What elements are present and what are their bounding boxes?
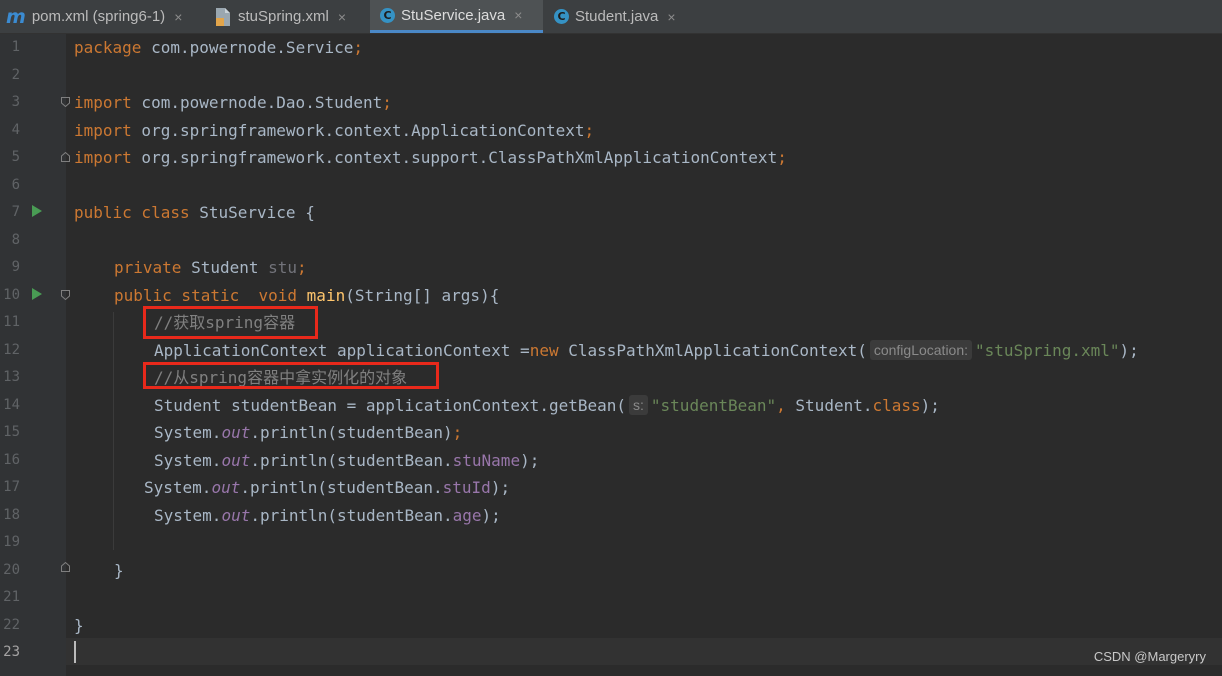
- run-class-icon[interactable]: [32, 205, 42, 217]
- code-line-5: import org.springframework.context.suppo…: [74, 148, 787, 167]
- code-line-15: System.out.println(studentBean);: [154, 423, 463, 442]
- line-number: 7: [11, 204, 20, 220]
- line-number: 23: [3, 644, 20, 660]
- line-number: 21: [3, 589, 20, 605]
- run-main-icon[interactable]: [32, 288, 42, 300]
- line-number: 17: [3, 479, 20, 495]
- parameter-hint: configLocation:: [869, 339, 973, 360]
- line-number-gutter: 1 2 3 4 5 6 7 8 9 10 11 12 13 14 15 16 1…: [0, 34, 70, 676]
- close-icon[interactable]: ×: [174, 9, 182, 25]
- code-line-12: ApplicationContext applicationContext =n…: [154, 339, 1139, 360]
- close-icon[interactable]: ×: [514, 7, 522, 23]
- tab-label: pom.xml (spring6-1): [31, 8, 166, 25]
- line-number: 3: [11, 94, 20, 110]
- tab-stuservice-java[interactable]: C StuService.java ×: [370, 0, 543, 33]
- tab-label: stuSpring.xml: [238, 8, 329, 25]
- tab-student-java[interactable]: C Student.java ×: [544, 0, 696, 33]
- fold-icon[interactable]: [61, 152, 70, 162]
- line-number: 14: [3, 396, 20, 413]
- java-class-icon: C: [554, 9, 569, 24]
- tab-label: StuService.java: [401, 6, 506, 24]
- line-number: 13: [3, 369, 20, 385]
- line-number: 11: [3, 314, 20, 330]
- line-number: 20: [3, 561, 20, 578]
- line-number: 16: [3, 451, 20, 468]
- line-number: 15: [3, 424, 20, 440]
- comment-highlight-box: [143, 306, 318, 339]
- tab-pom-xml[interactable]: m pom.xml (spring6-1) ×: [0, 0, 202, 33]
- tab-stuspring-xml[interactable]: stuSpring.xml ×: [208, 0, 368, 33]
- close-icon[interactable]: ×: [338, 9, 346, 25]
- code-line-18: System.out.println(studentBean.age);: [154, 505, 501, 525]
- fold-icon[interactable]: [61, 290, 70, 300]
- line-number: 10: [3, 286, 20, 303]
- line-number: 1: [11, 39, 20, 55]
- xml-file-icon: [214, 7, 232, 27]
- watermark: CSDN @Margeryry: [1093, 649, 1206, 664]
- code-line-7: public class StuService {: [74, 203, 315, 222]
- code-line-3: import com.powernode.Dao.Student;: [74, 93, 392, 112]
- line-number: 2: [11, 66, 20, 83]
- line-number: 19: [3, 534, 20, 550]
- current-line-highlight: [66, 638, 1222, 665]
- maven-m-icon: m: [6, 5, 26, 28]
- line-number: 18: [3, 506, 20, 523]
- line-number: 4: [11, 121, 20, 138]
- comment-highlight-box: [143, 362, 439, 389]
- editor-tab-bar: m pom.xml (spring6-1) × stuSpring.xml × …: [0, 0, 1222, 34]
- line-number: 6: [11, 176, 20, 193]
- indent-guide: [113, 312, 114, 550]
- code-line-10: public static void main(String[] args){: [114, 285, 500, 305]
- code-line-1: package com.powernode.Service;: [74, 38, 363, 57]
- code-line-16: System.out.println(studentBean.stuName);: [154, 450, 540, 470]
- line-number: 9: [11, 259, 20, 275]
- line-number: 5: [11, 149, 20, 165]
- fold-icon[interactable]: [61, 562, 70, 572]
- code-line-14: Student studentBean = applicationContext…: [154, 394, 940, 415]
- code-line-17: System.out.println(studentBean.stuId);: [144, 478, 511, 497]
- java-class-icon: C: [380, 7, 395, 23]
- code-line-20: }: [114, 560, 124, 580]
- code-line-4: import org.springframework.context.Appli…: [74, 120, 595, 140]
- line-number: 8: [11, 231, 20, 248]
- close-icon[interactable]: ×: [667, 9, 675, 25]
- line-number: 22: [3, 616, 20, 633]
- fold-icon[interactable]: [61, 97, 70, 107]
- code-line-22: }: [74, 615, 84, 635]
- tab-label: Student.java: [575, 8, 659, 25]
- code-line-9: private Student stu;: [114, 258, 307, 277]
- line-number: 12: [3, 341, 20, 358]
- text-caret: [74, 641, 76, 663]
- parameter-hint: s:: [629, 394, 648, 415]
